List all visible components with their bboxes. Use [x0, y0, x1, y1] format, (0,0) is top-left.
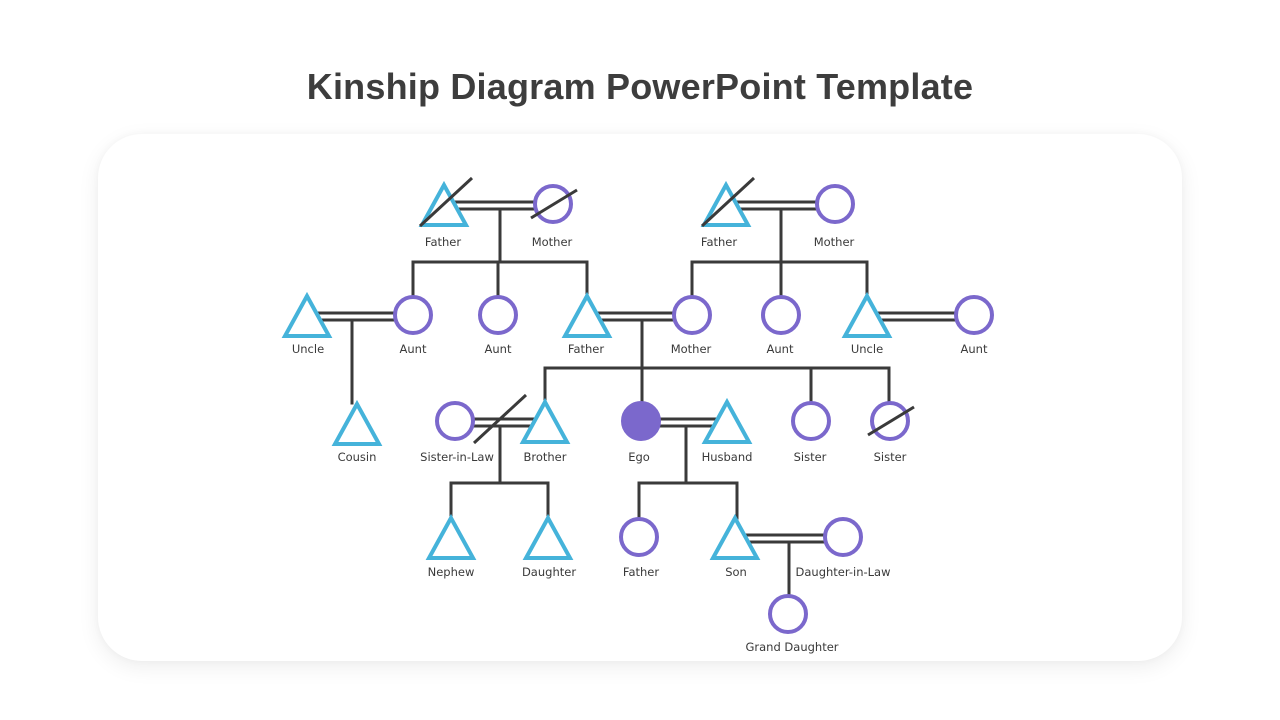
male-triangle-icon	[281, 291, 333, 338]
person-labels: Father Mother Father Mother Uncle Aunt Aunt Fat…	[292, 235, 988, 654]
person-dil[interactable]	[823, 517, 863, 557]
person-label: Aunt	[961, 342, 988, 356]
female-circle-icon	[619, 517, 659, 557]
female-circle-icon	[815, 184, 855, 224]
person-son[interactable]	[709, 513, 761, 560]
person-label: Mother	[814, 235, 855, 249]
female-circle-icon	[672, 295, 712, 335]
person-child1[interactable]	[619, 517, 659, 557]
person-label: Aunt	[767, 342, 794, 356]
person-label: Sister	[874, 450, 907, 464]
person-symbols	[281, 176, 994, 634]
person-label: Aunt	[485, 342, 512, 356]
male-triangle-icon	[701, 397, 753, 444]
person-label: Grand Daughter	[745, 640, 838, 654]
person-label: Daughter	[522, 565, 576, 579]
person-father[interactable]	[561, 291, 613, 338]
person-aunt4[interactable]	[954, 295, 994, 335]
person-label: Son	[725, 565, 747, 579]
female-circle-icon	[791, 401, 831, 441]
male-triangle-icon	[709, 513, 761, 560]
person-pgm[interactable]	[530, 184, 578, 224]
person-mother[interactable]	[672, 295, 712, 335]
female-circle-icon	[761, 295, 801, 335]
person-label: Cousin	[338, 450, 377, 464]
person-husband[interactable]	[701, 397, 753, 444]
person-brother[interactable]	[519, 397, 571, 444]
person-label: Father	[568, 342, 604, 356]
male-triangle-icon	[841, 291, 893, 338]
female-circle-icon	[393, 295, 433, 335]
person-label: Ego	[628, 450, 650, 464]
male-triangle-icon	[425, 513, 477, 560]
person-label: Brother	[523, 450, 566, 464]
person-label: Nephew	[428, 565, 475, 579]
female-circle-icon	[768, 594, 808, 634]
person-niece[interactable]	[522, 513, 574, 560]
person-label: Father	[425, 235, 461, 249]
person-aunt1[interactable]	[393, 295, 433, 335]
female-circle-icon	[954, 295, 994, 335]
person-gd[interactable]	[768, 594, 808, 634]
person-aunt2[interactable]	[478, 295, 518, 335]
male-triangle-icon	[331, 399, 383, 446]
male-triangle-icon	[519, 397, 571, 444]
person-sister1[interactable]	[791, 401, 831, 441]
male-triangle-icon	[522, 513, 574, 560]
person-sil[interactable]	[435, 401, 475, 441]
female-circle-icon	[478, 295, 518, 335]
person-uncle2[interactable]	[841, 291, 893, 338]
person-label: Uncle	[292, 342, 324, 356]
person-label: Husband	[702, 450, 753, 464]
person-ego[interactable]	[621, 401, 661, 441]
person-mgm[interactable]	[815, 184, 855, 224]
kinship-diagram: Father Mother Father Mother Uncle Aunt Aunt Fat…	[281, 176, 994, 654]
person-label: Daughter-in-Law	[796, 565, 891, 579]
person-nephew[interactable]	[425, 513, 477, 560]
person-label: Uncle	[851, 342, 883, 356]
person-label: Mother	[532, 235, 573, 249]
ego-filled-circle-icon	[621, 401, 661, 441]
person-label: Sister	[794, 450, 827, 464]
person-uncle1[interactable]	[281, 291, 333, 338]
female-circle-icon	[823, 517, 863, 557]
person-aunt3[interactable]	[761, 295, 801, 335]
person-label: Father	[623, 565, 659, 579]
person-label: Sister-in-Law	[420, 450, 494, 464]
person-label: Aunt	[400, 342, 427, 356]
male-triangle-icon	[561, 291, 613, 338]
person-cousin[interactable]	[331, 399, 383, 446]
person-label: Mother	[671, 342, 712, 356]
female-circle-icon	[435, 401, 475, 441]
person-sister2[interactable]	[867, 401, 915, 441]
person-label: Father	[701, 235, 737, 249]
